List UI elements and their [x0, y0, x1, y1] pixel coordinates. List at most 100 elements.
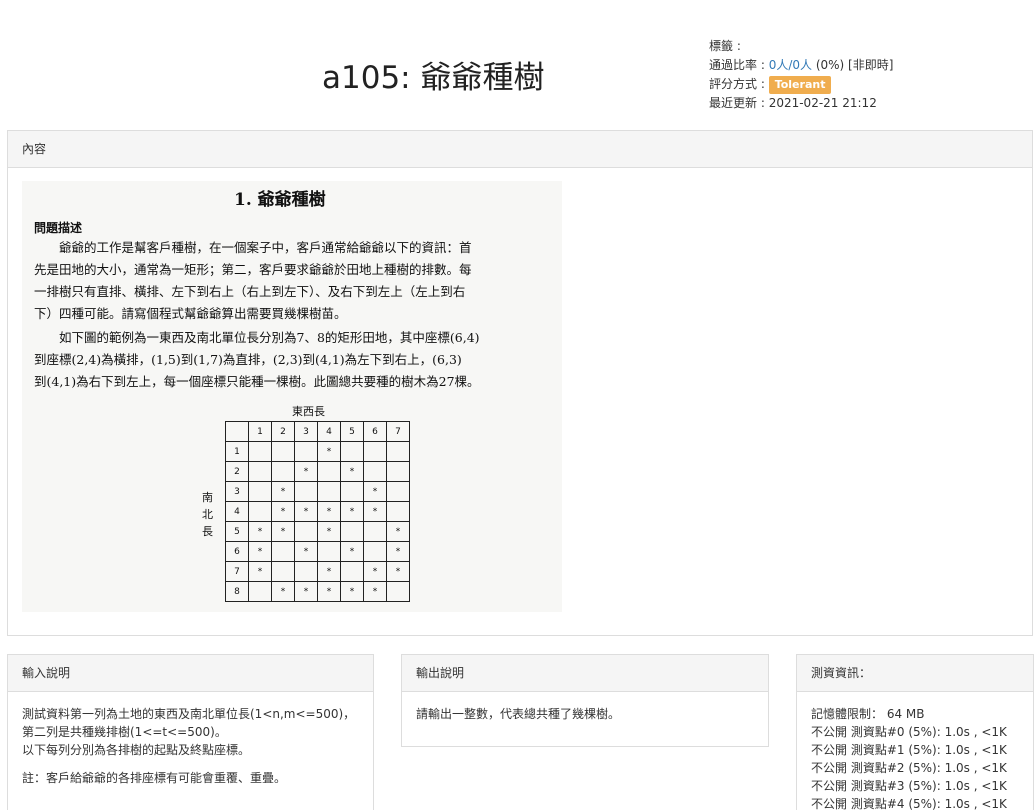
grid-cell: *: [363, 481, 387, 502]
image-paragraph-1: 爺爺的工作是幫客戶種樹，在一個案子中，客戶通常給爺爺以下的資訊：首 先是田地的大…: [34, 237, 554, 325]
grid-cell: *: [294, 461, 318, 482]
test-item: 不公開 測資點#4 (5%): 1.0s , <1K: [811, 797, 1007, 810]
grid-cell: [294, 521, 318, 542]
grid-cell: [340, 441, 364, 462]
grid-row: 8 * * * * *: [225, 581, 410, 602]
grid-cell: [363, 461, 387, 482]
grid-cell: 1: [225, 441, 249, 462]
problem-meta: 標籤 : 通過比率 : 0人/0人 (0%) [非即時] 評分方式 : Tole…: [709, 37, 893, 113]
image-subtitle: 問題描述: [34, 221, 83, 235]
grid-cell: 1: [248, 421, 272, 442]
grid-cell: [363, 441, 387, 462]
grid-cell: *: [363, 501, 387, 522]
output-heading: 輸出說明: [402, 655, 768, 692]
updated-value: 2021-02-21 21:12: [768, 96, 877, 110]
grid-cell: *: [340, 541, 364, 562]
grid-cell: *: [294, 541, 318, 562]
grid-cell: [386, 581, 410, 602]
grid-cell: [386, 501, 410, 522]
image-line: 下）四種可能。請寫個程式幫爺爺算出需要買幾棵樹苗。: [34, 306, 347, 321]
output-body: 請輸出一整數，代表總共種了幾棵樹。: [416, 707, 621, 721]
grid-cell: 3: [294, 421, 318, 442]
grid-cell: *: [363, 581, 387, 602]
grid-cell: *: [271, 481, 295, 502]
problem-image: 1. 爺爺種樹 問題描述 爺爺的工作是幫客戶種樹，在一個案子中，客戶通常給爺爺以…: [22, 181, 562, 612]
scoring-method: 評分方式 : Tolerant: [709, 75, 893, 94]
grid-cell: *: [294, 501, 318, 522]
image-line: 如下圖的範例為一東西及南北單位長分別為7、8的矩形田地，其中座標(6,4): [34, 330, 480, 345]
grid-cell: 8: [225, 581, 249, 602]
grid-cell: *: [340, 581, 364, 602]
grid-cell: *: [317, 521, 341, 542]
scoring-badge: Tolerant: [768, 75, 832, 94]
grid-cell: *: [248, 521, 272, 542]
grid-cell: 6: [363, 421, 387, 442]
pass-rate-link[interactable]: 0人/0人: [769, 58, 812, 72]
grid-cell: *: [271, 521, 295, 542]
grid-cell: *: [248, 541, 272, 562]
image-line: 到座標(2,4)為橫排，(1,5)到(1,7)為直排，(2,3)到(4,1)為左…: [34, 352, 462, 367]
grid-row: 1 *: [225, 441, 410, 462]
grid-cell: [248, 581, 272, 602]
scoring-label: 評分方式 :: [709, 77, 769, 91]
grid-cell: *: [340, 461, 364, 482]
input-panel: 輸入說明 測試資料第一列為土地的東西及南北單位長(1<n,m<=500)， 第二…: [7, 654, 374, 810]
grid-cell: 2: [271, 421, 295, 442]
grid-row: 5 * * * *: [225, 521, 410, 542]
info-body: 記憶體限制： 64 MB 不公開 測資點#0 (5%): 1.0s , <1K …: [797, 692, 1033, 810]
grid-cell: 4: [317, 421, 341, 442]
grid-cell: 4: [225, 501, 249, 522]
grid-cell: [317, 541, 341, 562]
grid-cell: [386, 461, 410, 482]
grid-cell: [386, 441, 410, 462]
grid-side-label: 南北長: [202, 491, 213, 538]
pass-rate: 通過比率 : 0人/0人 (0%) [非即時]: [709, 56, 893, 75]
grid-cell: 7: [386, 421, 410, 442]
grid-cell: 3: [225, 481, 249, 502]
input-note: 註：客戶給爺爺的各排座標有可能會重覆、重疊。: [22, 771, 287, 785]
grid-cell: [363, 541, 387, 562]
input-line: 以下每列分別為各排樹的起點及終點座標。: [22, 743, 251, 757]
grid-cell: [271, 461, 295, 482]
grid-cell: *: [386, 521, 410, 542]
grid-cell: [294, 441, 318, 462]
grid-cell: *: [248, 561, 272, 582]
grid-row: 2 * *: [225, 461, 410, 482]
grid-cell: *: [317, 581, 341, 602]
pass-rate-tail: (0%) [非即時]: [812, 58, 894, 72]
grid-cell: [340, 481, 364, 502]
grid-cell: *: [271, 581, 295, 602]
memory-limit: 記憶體限制： 64 MB: [811, 707, 925, 721]
grid-cell: [340, 521, 364, 542]
grid-cell: *: [317, 561, 341, 582]
grid-cell: [317, 481, 341, 502]
content-panel: 內容 1. 爺爺種樹 問題描述 爺爺的工作是幫客戶種樹，在一個案子中，客戶通常給…: [7, 130, 1033, 636]
grid-cell: [317, 461, 341, 482]
grid-row: 7 * * * *: [225, 561, 410, 582]
pass-rate-label: 通過比率 :: [709, 58, 769, 72]
grid-cell: [248, 461, 272, 482]
grid-cell: *: [317, 501, 341, 522]
grid-row: 3 * *: [225, 481, 410, 502]
grid-cell: *: [386, 561, 410, 582]
test-item: 不公開 測資點#2 (5%): 1.0s , <1K: [811, 761, 1007, 775]
grid-cell: [225, 421, 249, 442]
test-item: 不公開 測資點#0 (5%): 1.0s , <1K: [811, 725, 1007, 739]
tree-grid: 1 2 3 4 5 6 7 1 * 2 * * 3 * * 4 * * * * * 5 * * * * 6 * * * * 7 * * * * 8 * * *…: [225, 421, 410, 602]
image-line: 到(4,1)為右下到左上，每一個座標只能種一棵樹。此圖總共要種的樹木為27棵。: [34, 374, 480, 389]
test-info-panel: 測資資訊： 記憶體限制： 64 MB 不公開 測資點#0 (5%): 1.0s …: [796, 654, 1034, 810]
grid-cell: [248, 441, 272, 462]
grid-cell: [271, 541, 295, 562]
tags-label: 標籤 :: [709, 39, 741, 53]
grid-cell: *: [363, 561, 387, 582]
grid-cell: *: [271, 501, 295, 522]
grid-cell: *: [294, 581, 318, 602]
test-item: 不公開 測資點#3 (5%): 1.0s , <1K: [811, 779, 1007, 793]
grid-cell: *: [317, 441, 341, 462]
test-item: 不公開 測資點#1 (5%): 1.0s , <1K: [811, 743, 1007, 757]
grid-cell: [294, 481, 318, 502]
grid-cell: [340, 561, 364, 582]
grid-cell: [271, 561, 295, 582]
grid-cell: *: [386, 541, 410, 562]
page-title: a105: 爺爺種樹: [322, 60, 545, 96]
